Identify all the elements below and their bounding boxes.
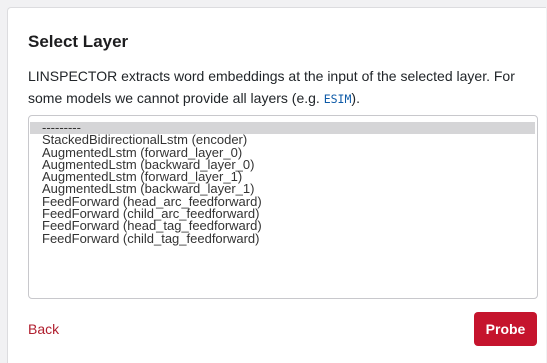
card-description: LINSPECTOR extracts word embeddings at t… [28,65,538,110]
layer-select-list[interactable]: --------- StackedBidirectionalLstm (encod… [28,115,538,299]
select-layer-card: Select Layer LINSPECTOR extracts word em… [7,7,546,363]
probe-button[interactable]: Probe [474,312,537,346]
model-name-code: ESIM [323,92,352,106]
description-text-end: ). [351,90,360,106]
description-text: LINSPECTOR extracts word embeddings at t… [28,68,515,106]
layer-option[interactable]: FeedForward (child_tag_feedforward) [30,232,536,245]
card-title: Select Layer [28,32,129,51]
back-link[interactable]: Back [28,321,59,337]
